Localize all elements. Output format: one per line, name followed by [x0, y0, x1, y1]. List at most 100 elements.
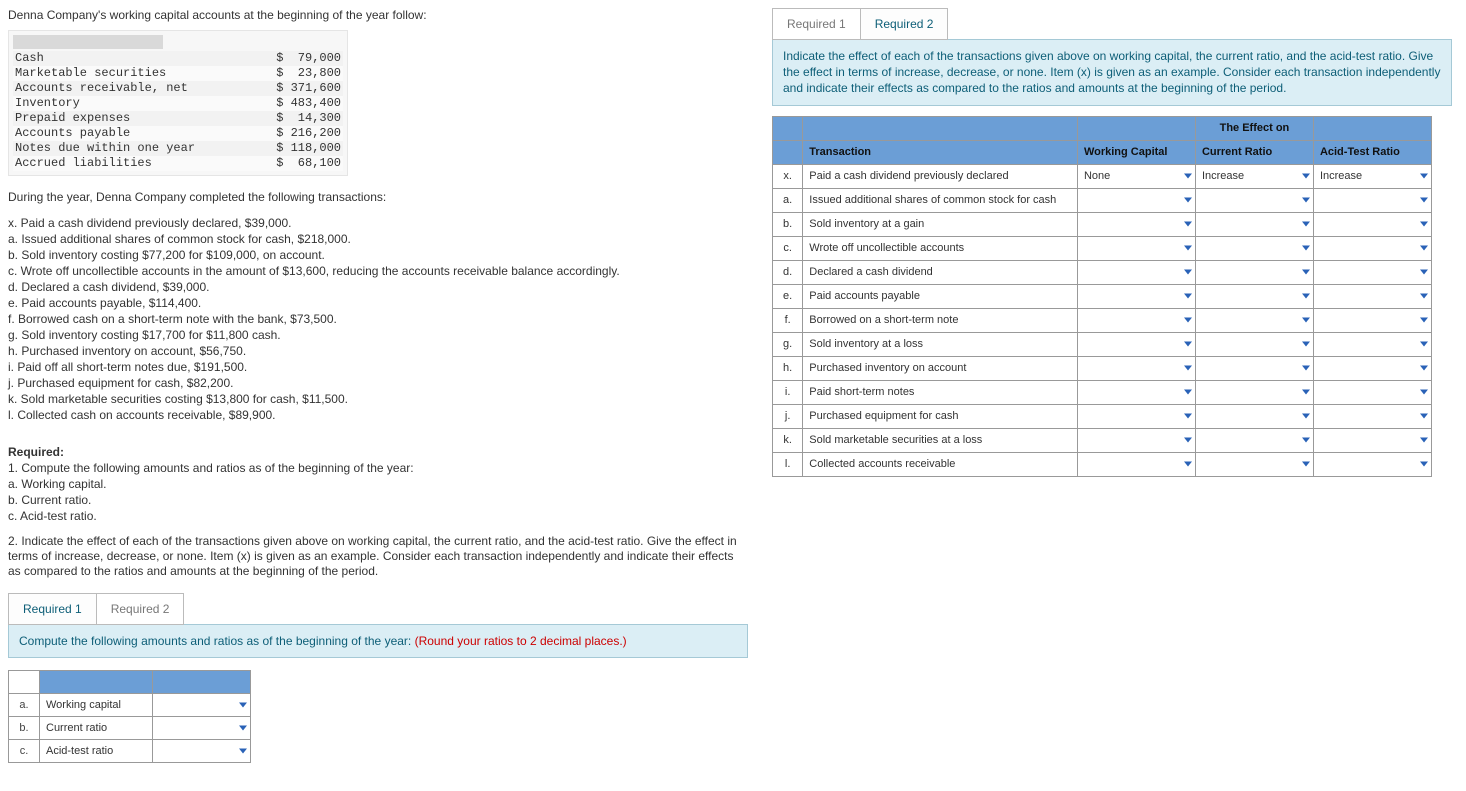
effects-row: l.Collected accounts receivable [773, 452, 1432, 476]
effects-row-label: b. [773, 212, 803, 236]
effects-row: i.Paid short-term notes [773, 380, 1432, 404]
effects-row: b.Sold inventory at a gain [773, 212, 1432, 236]
account-name: Marketable securities [15, 66, 166, 81]
working-capital-select[interactable] [1077, 212, 1195, 236]
effects-header-span: The Effect on [1195, 116, 1313, 140]
working-capital-select[interactable] [1077, 260, 1195, 284]
account-row: Accounts payable$ 216,200 [13, 126, 343, 141]
ratio-row-desc: Working capital [40, 694, 153, 717]
current-ratio-select[interactable] [1195, 236, 1313, 260]
ratio-input[interactable] [153, 694, 251, 717]
working-capital-select[interactable] [1077, 356, 1195, 380]
effects-row: d.Declared a cash dividend [773, 260, 1432, 284]
acid-test-ratio-select[interactable] [1313, 260, 1431, 284]
accounts-panel: Cash$ 79,000Marketable securities$ 23,80… [8, 30, 348, 176]
working-capital-select[interactable] [1077, 404, 1195, 428]
acid-test-ratio-select[interactable] [1313, 380, 1431, 404]
tab-required-2[interactable]: Required 2 [96, 593, 185, 625]
effects-row-label: h. [773, 356, 803, 380]
account-amount: $ 79,000 [276, 51, 341, 66]
effects-row-desc: Issued additional shares of common stock… [803, 188, 1078, 212]
working-capital-select[interactable] [1077, 332, 1195, 356]
effects-row-desc: Paid short-term notes [803, 380, 1078, 404]
working-capital-select[interactable] [1077, 308, 1195, 332]
transaction-line: i. Paid off all short-term notes due, $1… [8, 360, 748, 375]
effects-row-desc: Paid a cash dividend previously declared [803, 164, 1078, 188]
effects-row: a.Issued additional shares of common sto… [773, 188, 1432, 212]
right-tabs: Required 1 Required 2 [772, 8, 1452, 40]
working-capital-select[interactable] [1077, 236, 1195, 260]
acid-test-ratio-select[interactable] [1313, 452, 1431, 476]
ratio-input[interactable] [153, 740, 251, 763]
current-ratio-select[interactable] [1195, 428, 1313, 452]
transaction-line: h. Purchased inventory on account, $56,7… [8, 344, 748, 359]
transaction-line: l. Collected cash on accounts receivable… [8, 408, 748, 423]
account-row: Inventory$ 483,400 [13, 96, 343, 111]
effects-row-desc: Purchased inventory on account [803, 356, 1078, 380]
account-amount: $ 14,300 [276, 111, 341, 126]
working-capital-select[interactable] [1077, 188, 1195, 212]
working-capital-select[interactable] [1077, 284, 1195, 308]
effects-row-label: x. [773, 164, 803, 188]
acid-test-ratio-select[interactable] [1313, 308, 1431, 332]
account-name: Notes due within one year [15, 141, 195, 156]
current-ratio-select[interactable] [1195, 260, 1313, 284]
acid-test-ratio-select[interactable] [1313, 236, 1431, 260]
left-instruction-text: Compute the following amounts and ratios… [19, 634, 415, 648]
current-ratio-select[interactable] [1195, 308, 1313, 332]
effects-row-label: e. [773, 284, 803, 308]
account-name: Accrued liabilities [15, 156, 152, 171]
transaction-line: f. Borrowed cash on a short-term note wi… [8, 312, 748, 327]
effects-row-desc: Sold inventory at a gain [803, 212, 1078, 236]
effects-row-label: l. [773, 452, 803, 476]
transaction-line: x. Paid a cash dividend previously decla… [8, 216, 748, 231]
transaction-line: b. Sold inventory costing $77,200 for $1… [8, 248, 748, 263]
account-row: Prepaid expenses$ 14,300 [13, 111, 343, 126]
ratio-row-label: b. [9, 717, 40, 740]
acid-test-ratio-select[interactable] [1313, 428, 1431, 452]
effects-row: f.Borrowed on a short-term note [773, 308, 1432, 332]
current-ratio-select[interactable] [1195, 188, 1313, 212]
effects-row-desc: Wrote off uncollectible accounts [803, 236, 1078, 260]
tab-required-1-right[interactable]: Required 1 [772, 8, 861, 40]
account-name: Accounts receivable, net [15, 81, 188, 96]
ratio-row-label: c. [9, 740, 40, 763]
working-capital-select[interactable] [1077, 380, 1195, 404]
acid-test-ratio-select[interactable] [1313, 356, 1431, 380]
acid-test-ratio-select[interactable] [1313, 332, 1431, 356]
transaction-line: e. Paid accounts payable, $114,400. [8, 296, 748, 311]
account-row: Marketable securities$ 23,800 [13, 66, 343, 81]
acid-test-ratio-select[interactable] [1313, 188, 1431, 212]
current-ratio-select[interactable] [1195, 284, 1313, 308]
transactions-list: x. Paid a cash dividend previously decla… [8, 216, 748, 423]
effects-row: k.Sold marketable securities at a loss [773, 428, 1432, 452]
acid-test-ratio-select[interactable] [1313, 284, 1431, 308]
required-line-2: 2. Indicate the effect of each of the tr… [8, 534, 748, 579]
ratio-row: a.Working capital [9, 694, 251, 717]
acid-test-ratio-select[interactable] [1313, 404, 1431, 428]
current-ratio-select[interactable] [1195, 452, 1313, 476]
current-ratio-select[interactable] [1195, 212, 1313, 236]
acid-test-ratio-select[interactable]: Increase [1313, 164, 1431, 188]
col-current-ratio: Current Ratio [1195, 140, 1313, 164]
working-capital-select[interactable] [1077, 452, 1195, 476]
left-tabs: Required 1 Required 2 [8, 593, 748, 625]
required-line-1a: a. Working capital. [8, 477, 748, 492]
current-ratio-select[interactable] [1195, 404, 1313, 428]
effects-row-desc: Collected accounts receivable [803, 452, 1078, 476]
tab-required-1[interactable]: Required 1 [8, 593, 97, 625]
ratio-input[interactable] [153, 717, 251, 740]
tab-required-2-right[interactable]: Required 2 [860, 8, 949, 40]
rounding-note: (Round your ratios to 2 decimal places.) [415, 634, 627, 648]
effects-row-label: c. [773, 236, 803, 260]
right-instruction-bar: Indicate the effect of each of the trans… [772, 39, 1452, 106]
effects-row: e.Paid accounts payable [773, 284, 1432, 308]
working-capital-select[interactable] [1077, 428, 1195, 452]
required-heading: Required: [8, 445, 64, 459]
current-ratio-select[interactable] [1195, 380, 1313, 404]
acid-test-ratio-select[interactable] [1313, 212, 1431, 236]
current-ratio-select[interactable] [1195, 356, 1313, 380]
current-ratio-select[interactable]: Increase [1195, 164, 1313, 188]
working-capital-select[interactable]: None [1077, 164, 1195, 188]
current-ratio-select[interactable] [1195, 332, 1313, 356]
